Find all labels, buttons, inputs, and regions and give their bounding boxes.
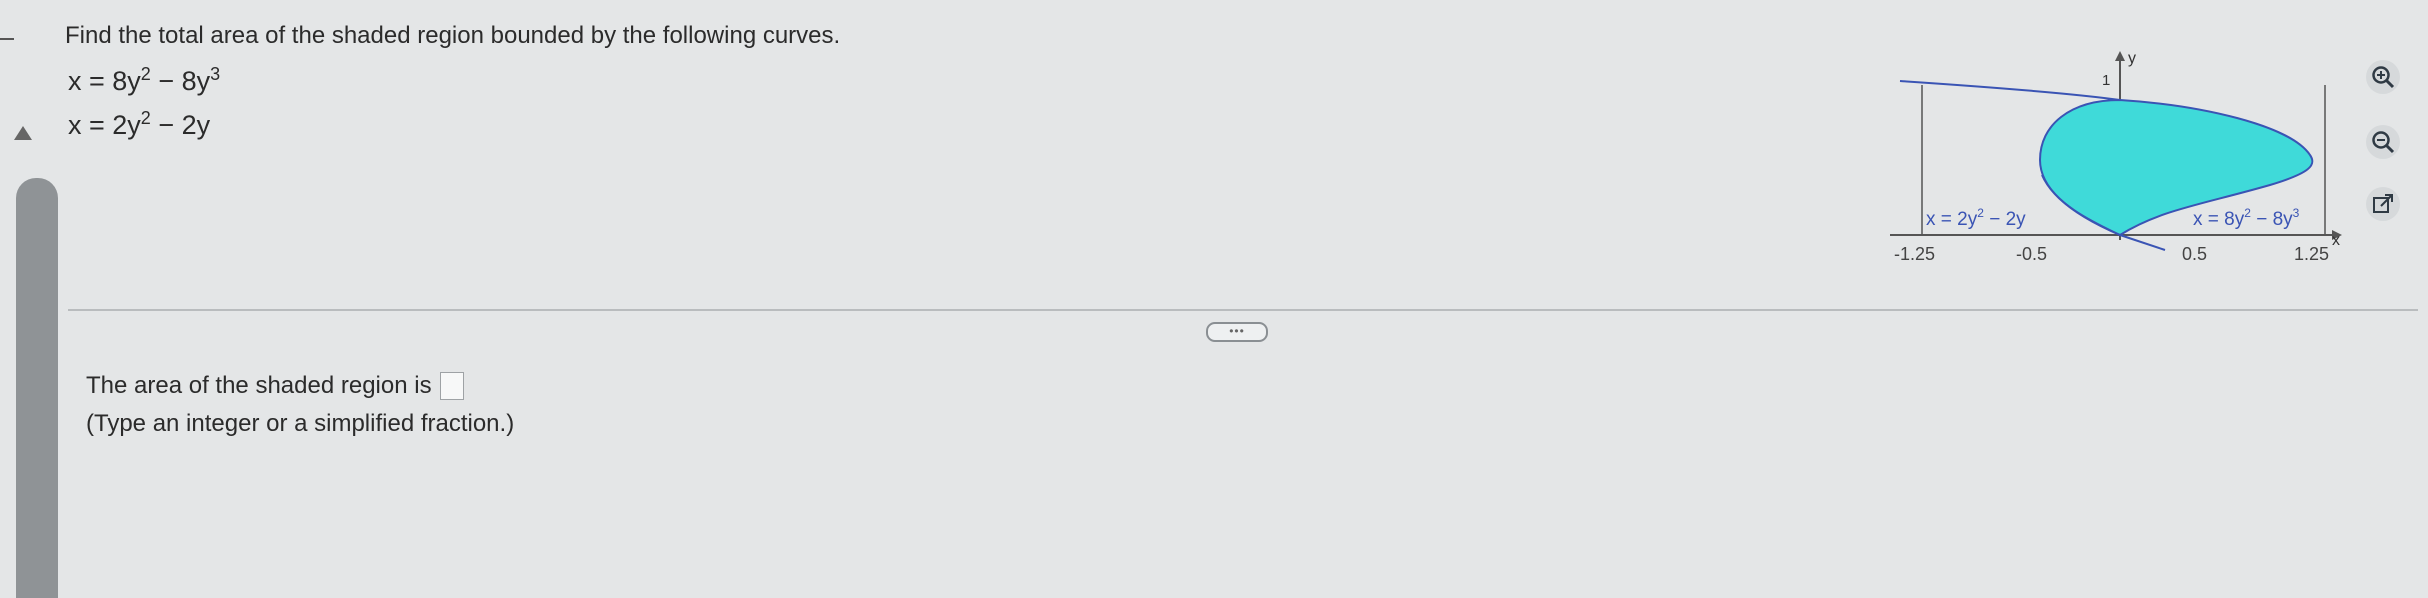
collapse-arrow-icon[interactable] — [14, 126, 32, 140]
question-prompt: Find the total area of the shaded region… — [65, 22, 841, 49]
left-scroll-rail[interactable] — [16, 178, 58, 598]
answer-line: The area of the shaded region is — [86, 372, 464, 400]
magnifier-minus-icon — [2372, 131, 2395, 154]
label-curve-2: x = 2y2 − 2y — [1926, 206, 2026, 230]
x-tick-neg125: -1.25 — [1894, 244, 1935, 264]
top-marker — [0, 38, 14, 40]
x-tick-neg05: -0.5 — [2016, 244, 2047, 264]
y-tick-label: 1 — [2102, 72, 2110, 89]
region-graph: x = 2y2 − 2y x = 8y2 − 8y3 x y 1 -1.25 -… — [1890, 50, 2342, 264]
answer-prefix: The area of the shaded region is — [86, 372, 432, 399]
x-tick-05: 0.5 — [2182, 244, 2207, 264]
curve-tail — [2119, 234, 2166, 251]
label-curve-1: x = 8y2 − 8y3 — [2193, 206, 2300, 230]
answer-input[interactable] — [439, 372, 464, 400]
magnifier-plus-icon — [2372, 66, 2395, 89]
equation-curve-1: x = 8y2 − 8y3 — [68, 64, 221, 96]
answer-hint: (Type an integer or a simplified fractio… — [86, 410, 515, 437]
divider-drag-handle[interactable]: ••• — [1206, 322, 1268, 342]
zoom-out-button[interactable] — [2366, 125, 2400, 159]
y-axis-arrow-icon — [2115, 51, 2125, 61]
y-axis-label: y — [2128, 50, 2136, 67]
curve-x-8y2-8y3 — [1899, 80, 2121, 101]
x-tick-125: 1.25 — [2294, 244, 2329, 264]
x-axis-label: x — [2332, 232, 2340, 249]
equation-curve-2: x = 2y2 − 2y — [68, 108, 211, 140]
zoom-in-button[interactable] — [2366, 60, 2400, 94]
external-link-icon — [2373, 194, 2393, 213]
popout-button[interactable] — [2366, 187, 2400, 221]
section-divider — [68, 309, 2418, 311]
